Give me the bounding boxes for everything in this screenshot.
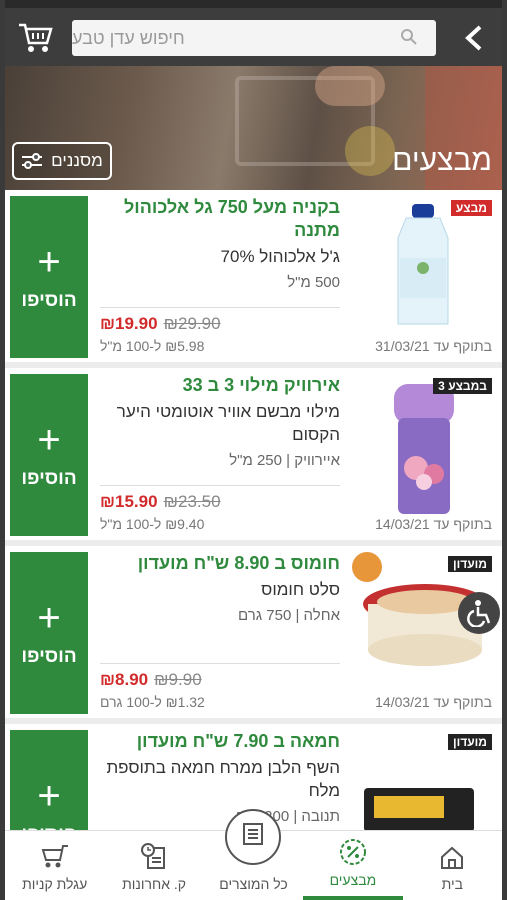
accessibility-button[interactable] (458, 592, 500, 634)
club-badge: מועדון (448, 556, 492, 572)
old-price: ₪29.90 (163, 314, 221, 333)
product-size: תנובה | 200 גרם (236, 808, 340, 825)
price-row: ₪9.90 ₪8.90 (100, 663, 340, 690)
product-size: 500 מ"ל (287, 274, 340, 291)
plus-icon: + (37, 240, 61, 284)
tab-cart[interactable]: עגלת קניות (5, 831, 104, 900)
product-card: + הוסיפו חומוס ב 8.90 ש"ח מועדון סלט חומ… (5, 546, 502, 718)
add-to-cart-button[interactable]: + הוסיפו (10, 374, 88, 536)
product-size: אחלה | 750 גרם (238, 607, 340, 624)
unit-price: ₪9.40 ל-100 מ"ל (100, 516, 205, 532)
unit-price: ₪1.32 ל-100 גרם (100, 694, 205, 710)
product-card: + הוסיפו אירוויק מילוי 3 ב 33 מילוי מבשם… (5, 368, 502, 540)
product-info: בקניה מעל 750 גל אלכוהול מתנה ג'ל אלכוהו… (100, 196, 340, 356)
add-button-label: הוסיפו (21, 468, 77, 489)
header-cart-button[interactable] (13, 18, 57, 58)
app-frame: חיפוש עדן טבע מבצעים מסננים + הוסיפו בקנ… (5, 0, 502, 900)
price-row: ₪29.90 ₪19.90 (100, 307, 340, 334)
search-icon (401, 29, 417, 45)
add-to-cart-button[interactable]: + הוסיפו (10, 552, 88, 714)
price-row: ₪23.50 ₪15.90 (100, 485, 340, 512)
cart-icon (19, 23, 53, 52)
tab-label: בית (441, 876, 463, 892)
product-name[interactable]: השף הלבן ממרח חמאה בתוספת מלח (100, 756, 340, 802)
product-info: חמאה ב 7.90 ש"ח מועדון השף הלבן ממרח חמא… (100, 730, 340, 830)
filter-label: מסננים (51, 151, 103, 170)
tab-label: עגלת קניות (22, 876, 88, 892)
product-info: אירוויק מילוי 3 ב 33 מילוי מבשם אוויר או… (100, 374, 340, 534)
old-price: ₪23.50 (163, 492, 221, 511)
old-price: ₪9.90 (154, 670, 202, 689)
tab-home[interactable]: בית (403, 831, 502, 900)
wheelchair-icon (467, 600, 491, 627)
validity-date: בתוקף עד 14/03/21 (375, 694, 492, 710)
hero-image-hand (315, 66, 385, 106)
product-name[interactable]: סלט חומוס (100, 578, 340, 601)
butter-pack-image[interactable] (360, 774, 490, 830)
product-info: חומוס ב 8.90 ש"ח מועדון סלט חומוס אחלה |… (100, 552, 340, 712)
tab-recent-orders[interactable]: ק. אחרונות (104, 831, 203, 900)
tab-label: ק. אחרונות (122, 876, 187, 892)
add-button-label: הוסיפו (21, 290, 77, 311)
product-size: איירוויק | 250 מ"ל (229, 452, 340, 469)
home-icon (441, 846, 464, 869)
percent-icon (339, 839, 366, 865)
air-freshener-can-image[interactable] (360, 378, 490, 514)
bottle-graphic (397, 204, 449, 325)
add-to-cart-button[interactable]: + הוסיפו (10, 730, 88, 830)
chevron-left-icon (465, 25, 482, 51)
sale-price: ₪15.90 (100, 492, 158, 511)
hero-image-bananas (345, 126, 395, 176)
add-button-label: הוסיפו (21, 646, 77, 667)
hero-banner: מבצעים מסננים (5, 66, 502, 190)
product-card: + הוסיפו בקניה מעל 750 גל אלכוהול מתנה ג… (5, 190, 502, 362)
list-icon (243, 823, 264, 845)
product-list[interactable]: + הוסיפו בקניה מעל 750 גל אלכוהול מתנה ג… (5, 190, 502, 830)
search-placeholder: חיפוש עדן טבע (72, 27, 185, 48)
unit-price: ₪5.98 ל-100 מ"ל (100, 338, 205, 354)
search-input[interactable]: חיפוש עדן טבע (72, 20, 436, 56)
club-badge: מועדון (448, 734, 492, 750)
sale-price: ₪8.90 (100, 670, 149, 689)
tab-label: כל המוצרים (219, 876, 288, 892)
tab-label: מבצעים (329, 872, 377, 888)
plus-icon: + (37, 418, 61, 462)
product-name[interactable]: מילוי מבשם אוויר אוטומטי היער הקסום (100, 400, 340, 446)
tab-all-products[interactable]: כל המוצרים (204, 809, 303, 900)
cart-icon (41, 845, 68, 868)
promo-badge: מבצע (450, 200, 492, 216)
bottom-tab-bar: בית מבצעים כל המוצרים ק. אחרונות עגלת קנ… (5, 809, 502, 900)
recent-orders-icon (141, 843, 166, 869)
promo-title[interactable]: אירוויק מילוי 3 ב 33 (100, 374, 340, 397)
promo-title[interactable]: חמאה ב 7.90 ש"ח מועדון (100, 730, 340, 753)
validity-date: בתוקף עד 14/03/21 (375, 516, 492, 532)
validity-date: בתוקף עד 31/03/21 (375, 338, 492, 354)
sanitizer-bottle-image[interactable] (360, 200, 490, 330)
plus-icon: + (37, 596, 61, 640)
can-graphic (394, 384, 454, 514)
add-to-cart-button[interactable]: + הוסיפו (10, 196, 88, 358)
promo-title[interactable]: בקניה מעל 750 גל אלכוהול מתנה (100, 196, 340, 242)
sliders-icon (22, 153, 43, 169)
plus-icon: + (37, 774, 61, 818)
product-name[interactable]: ג'ל אלכוהול 70% (100, 245, 340, 268)
top-bar: חיפוש עדן טבע (5, 0, 502, 66)
butter-graphic (364, 788, 474, 830)
back-button[interactable] (462, 24, 488, 52)
all-products-circle[interactable] (225, 809, 282, 865)
sale-price: ₪19.90 (100, 314, 158, 333)
filter-button[interactable]: מסננים (12, 142, 112, 180)
promo-badge: 3 במבצע (433, 378, 492, 394)
promo-title[interactable]: חומוס ב 8.90 ש"ח מועדון (100, 552, 340, 575)
page-title: מבצעים (392, 144, 492, 177)
tab-deals[interactable]: מבצעים (303, 831, 403, 900)
